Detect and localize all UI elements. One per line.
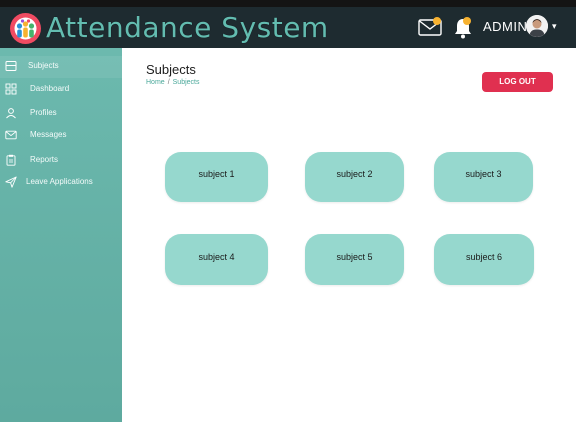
logout-button[interactable]: LOG OUT	[482, 72, 553, 92]
breadcrumb: Home / Subjects	[146, 79, 200, 86]
mail-badge	[433, 17, 441, 25]
subject-card-3[interactable]: subject 3	[434, 152, 533, 202]
dashboard-icon	[5, 83, 17, 95]
sidebar-item-leave-applications[interactable]: Leave Applications	[0, 172, 122, 194]
sidebar-item-reports[interactable]: Reports	[0, 150, 122, 172]
subject-card-4[interactable]: subject 4	[165, 234, 268, 285]
app-title: Attendance System	[46, 11, 329, 44]
sidebar: Subjects Dashboard Profiles Messages Rep…	[0, 48, 122, 422]
breadcrumb-home[interactable]: Home	[146, 79, 165, 86]
main-content: Subjects Home / Subjects LOG OUT subject 1…	[122, 48, 576, 422]
mail-icon	[5, 130, 17, 140]
notification-badge	[463, 17, 471, 25]
subjects-icon	[5, 61, 17, 71]
subject-card-6[interactable]: subject 6	[434, 234, 534, 285]
sidebar-item-label: Subjects	[28, 61, 59, 70]
sidebar-item-messages[interactable]: Messages	[0, 125, 122, 147]
sidebar-item-label: Leave Applications	[26, 177, 93, 186]
sidebar-item-label: Profiles	[30, 108, 57, 117]
subject-card-1[interactable]: subject 1	[165, 152, 268, 202]
avatar[interactable]	[526, 15, 548, 37]
top-strip	[0, 0, 576, 7]
sidebar-item-subjects[interactable]: Subjects	[0, 56, 122, 78]
page-title: Subjects	[146, 62, 196, 77]
subject-card-5[interactable]: subject 5	[305, 234, 404, 285]
sidebar-item-profiles[interactable]: Profiles	[0, 103, 122, 125]
admin-label[interactable]: ADMIN	[483, 19, 527, 34]
chevron-down-icon[interactable]: ▾	[552, 22, 557, 32]
sidebar-item-label: Messages	[30, 130, 67, 139]
app-header: Attendance System ADMIN ▾	[0, 7, 576, 48]
sidebar-item-label: Reports	[30, 155, 59, 164]
breadcrumb-separator: /	[167, 79, 170, 86]
logo-icon	[10, 13, 41, 44]
profile-icon	[6, 108, 16, 119]
sidebar-item-label: Dashboard	[30, 84, 70, 93]
avatar-image	[526, 15, 548, 37]
send-icon	[5, 176, 17, 188]
sidebar-item-dashboard[interactable]: Dashboard	[0, 79, 122, 101]
clipboard-icon	[6, 154, 16, 166]
breadcrumb-current: Subjects	[172, 79, 200, 86]
subject-card-2[interactable]: subject 2	[305, 152, 404, 202]
